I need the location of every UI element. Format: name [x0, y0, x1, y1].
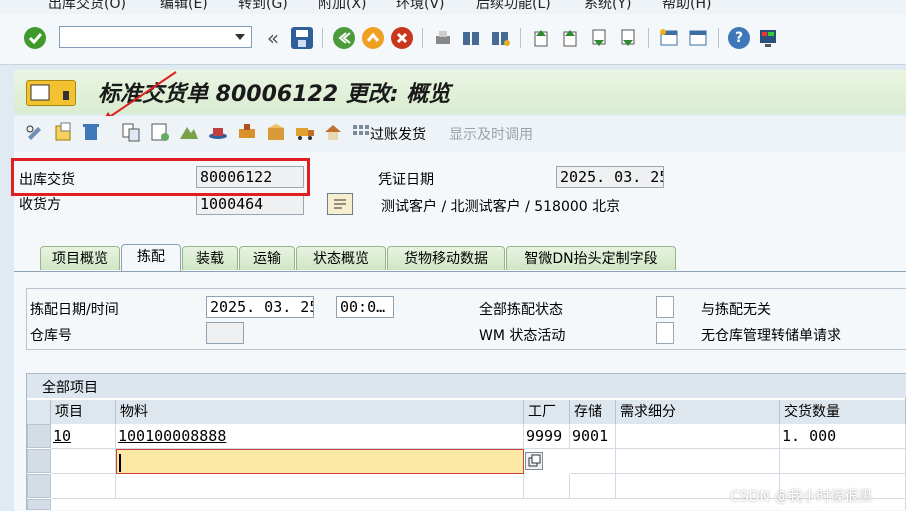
- overall-pick-status-field[interactable]: [656, 296, 674, 318]
- tab-transport[interactable]: 运输: [239, 246, 295, 270]
- exit-icon[interactable]: [362, 27, 384, 49]
- ship-to-description: 测试客户 / 北测试客户 / 518000 北京: [381, 199, 621, 215]
- display-change-icon[interactable]: [24, 121, 46, 143]
- hat-icon[interactable]: [207, 121, 229, 143]
- quantity-cell[interactable]: 1. 000: [780, 424, 906, 449]
- truck-icon[interactable]: [294, 121, 316, 143]
- column-header-item[interactable]: 项目: [51, 400, 116, 424]
- no-wm-transfer-label: 无仓库管理转储单请求: [701, 328, 841, 344]
- menu-subsequent[interactable]: 后续功能(L): [476, 0, 551, 13]
- tab-status-overview[interactable]: 状态概览: [296, 246, 386, 270]
- column-header-plant[interactable]: 工厂: [524, 400, 570, 424]
- row-selector[interactable]: [27, 474, 51, 498]
- plant-cell[interactable]: 9999: [524, 424, 570, 449]
- back-icon[interactable]: «: [262, 27, 284, 49]
- requirement-cell[interactable]: [616, 424, 780, 449]
- enter-icon[interactable]: [24, 27, 46, 49]
- tab-item-overview[interactable]: 项目概览: [40, 246, 120, 270]
- storage-cell[interactable]: 9001: [570, 424, 616, 449]
- post-goods-issue-button[interactable]: 过账发货: [370, 124, 426, 144]
- menu-help[interactable]: 帮助(H): [662, 0, 711, 13]
- tab-picking[interactable]: 拣配: [121, 244, 181, 272]
- document-date-field[interactable]: 2025. 03. 25: [556, 166, 664, 188]
- material-link[interactable]: 100100008888: [118, 427, 226, 445]
- new-session-icon[interactable]: [658, 27, 680, 49]
- wm-status-field[interactable]: [656, 322, 674, 344]
- tab-loading[interactable]: 装载: [182, 246, 238, 270]
- ship-to-field[interactable]: 1000464: [196, 193, 304, 215]
- table-row[interactable]: 10: [51, 424, 116, 449]
- menu-bar: 出库交货(O) 编辑(E) 转到(G) 附加(X) 环境(V) 后续功能(L) …: [0, 0, 906, 14]
- table-title-bar: [27, 374, 906, 398]
- pick-date-field[interactable]: 2025. 03. 25: [206, 296, 314, 318]
- status-icon[interactable]: [149, 121, 171, 143]
- overall-pick-status-label: 全部拣配状态: [479, 302, 563, 318]
- shortcut-icon[interactable]: [687, 27, 709, 49]
- other-delivery-icon[interactable]: [52, 121, 74, 143]
- stamp-icon[interactable]: [236, 121, 258, 143]
- warehouse-label: 仓库号: [30, 328, 72, 344]
- help-icon[interactable]: ?: [728, 27, 750, 49]
- mountain-icon[interactable]: [178, 121, 200, 143]
- select-all-column[interactable]: [27, 400, 51, 424]
- menu-environment[interactable]: 环境(V): [396, 0, 445, 13]
- menu-system[interactable]: 系统(Y): [584, 0, 631, 13]
- row-selector[interactable]: [27, 424, 51, 448]
- document-date-label: 凭证日期: [378, 172, 434, 188]
- app-menu-icon[interactable]: [26, 80, 76, 106]
- column-header-quantity[interactable]: 交货数量: [780, 400, 906, 424]
- house-icon[interactable]: [322, 121, 344, 143]
- row-selector[interactable]: [27, 449, 51, 473]
- tab-custom-header[interactable]: 智微DN抬头定制字段: [506, 246, 676, 270]
- back-green-icon[interactable]: [333, 27, 355, 49]
- wm-status-label: WM 状态活动: [479, 328, 566, 344]
- menu-goto[interactable]: 转到(G): [238, 0, 288, 13]
- column-header-requirement[interactable]: 需求细分: [616, 400, 780, 424]
- pick-date-label: 拣配日期/时间: [30, 302, 119, 318]
- document-flow-icon[interactable]: [120, 121, 142, 143]
- pick-time-field[interactable]: 00:0…: [336, 296, 394, 318]
- watermark: CSDN @我小时候很黑: [730, 489, 873, 505]
- command-field[interactable]: [59, 26, 252, 48]
- ship-to-label: 收货方: [19, 197, 61, 213]
- prev-page-icon[interactable]: [559, 27, 581, 49]
- column-header-storage[interactable]: 存储: [570, 400, 616, 424]
- first-page-icon[interactable]: [530, 27, 552, 49]
- not-relevant-label: 与拣配无关: [701, 302, 771, 318]
- menu-outbound[interactable]: 出库交货(O): [48, 0, 126, 13]
- warehouse-field[interactable]: [206, 322, 244, 344]
- box-icon[interactable]: [265, 121, 287, 143]
- menu-edit[interactable]: 编辑(E): [160, 0, 208, 13]
- row-selector[interactable]: [27, 499, 51, 510]
- print-icon[interactable]: [432, 27, 454, 49]
- grid-icon[interactable]: [350, 121, 372, 143]
- highlight-box: [11, 158, 310, 196]
- display-call-button[interactable]: 显示及时调用: [449, 124, 533, 144]
- value-help-icon[interactable]: [525, 452, 543, 470]
- save-icon[interactable]: [291, 27, 313, 49]
- item-number-link[interactable]: 10: [53, 427, 71, 445]
- chevron-down-icon[interactable]: [235, 34, 245, 41]
- tab-goods-movement[interactable]: 货物移动数据: [387, 246, 505, 270]
- find-icon[interactable]: [460, 27, 482, 49]
- table-title: 全部项目: [42, 380, 98, 396]
- next-page-icon[interactable]: [588, 27, 610, 49]
- material-input[interactable]: [116, 449, 524, 474]
- find-next-icon[interactable]: [489, 27, 511, 49]
- cancel-icon[interactable]: [391, 27, 413, 49]
- address-icon[interactable]: [327, 193, 353, 215]
- delete-icon[interactable]: [80, 121, 102, 143]
- menu-extras[interactable]: 附加(X): [318, 0, 367, 13]
- column-header-material[interactable]: 物料: [116, 400, 524, 424]
- last-page-icon[interactable]: [617, 27, 639, 49]
- customize-icon[interactable]: [757, 27, 779, 49]
- text-cursor: [119, 453, 121, 472]
